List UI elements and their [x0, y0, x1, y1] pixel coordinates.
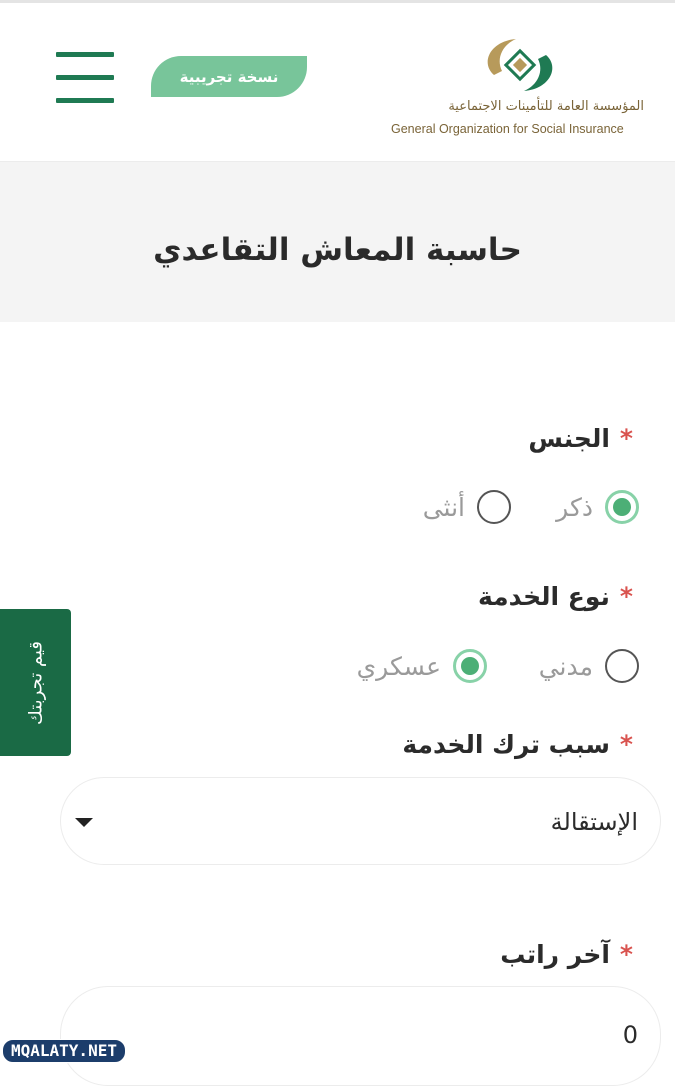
leave-reason-label-text: سبب ترك الخدمة [402, 730, 610, 759]
service-type-label-text: نوع الخدمة [478, 582, 610, 611]
required-mark: * [619, 730, 633, 759]
caret-down-icon [75, 818, 93, 827]
radio-unchecked-icon[interactable] [605, 649, 639, 683]
title-band: حاسبة المعاش التقاعدي [0, 162, 675, 322]
feedback-tab-label: قيم تجربتك [25, 640, 46, 725]
leave-reason-selected-value: الإستقالة [550, 808, 638, 836]
gender-radio-female[interactable]: أنثى [423, 490, 511, 524]
gosi-logo-mark-icon [487, 39, 553, 91]
menu-bar [56, 75, 114, 80]
service-radio-civil[interactable]: مدني [539, 649, 639, 683]
gender-option-female-label: أنثى [422, 492, 465, 522]
beta-badge: نسخة تجريبية [151, 56, 307, 97]
hamburger-menu-icon[interactable] [56, 52, 114, 104]
service-option-military-label: عسكري [356, 651, 441, 681]
last-salary-label: * آخر راتب [500, 940, 633, 969]
feedback-tab[interactable]: قيم تجربتك [0, 609, 71, 756]
page-title: حاسبة المعاش التقاعدي [153, 232, 522, 268]
site-header: نسخة تجريبية المؤسسة العامة للتأمينات ال… [0, 3, 675, 162]
leave-reason-select[interactable]: الإستقالة [60, 777, 661, 865]
gender-option-male-label: ذكر [556, 492, 593, 522]
logo-english-text: General Organization for Social Insuranc… [391, 122, 624, 136]
gender-label: * الجنس [528, 424, 633, 453]
radio-checked-icon[interactable] [605, 490, 639, 524]
menu-bar [56, 52, 114, 57]
required-mark: * [619, 582, 633, 611]
last-salary-value: 0 [622, 1021, 638, 1049]
service-radio-military[interactable]: عسكري [357, 649, 487, 683]
gosi-logo[interactable]: المؤسسة العامة للتأمينات الاجتماعية Gene… [388, 33, 658, 143]
last-salary-label-text: آخر راتب [500, 940, 610, 969]
required-mark: * [619, 424, 633, 453]
site-watermark: MQALATY.NET [2, 1039, 126, 1063]
required-mark: * [619, 940, 633, 969]
radio-checked-icon[interactable] [453, 649, 487, 683]
menu-bar [56, 98, 114, 103]
last-salary-input[interactable]: 0 [60, 986, 661, 1086]
gender-label-text: الجنس [528, 424, 610, 453]
logo-arabic-text: المؤسسة العامة للتأمينات الاجتماعية [448, 99, 644, 114]
service-option-civil-label: مدني [538, 651, 593, 681]
service-type-label: * نوع الخدمة [478, 582, 633, 611]
gender-radio-male[interactable]: ذكر [556, 490, 639, 524]
leave-reason-label: * سبب ترك الخدمة [402, 730, 633, 759]
radio-unchecked-icon[interactable] [477, 490, 511, 524]
